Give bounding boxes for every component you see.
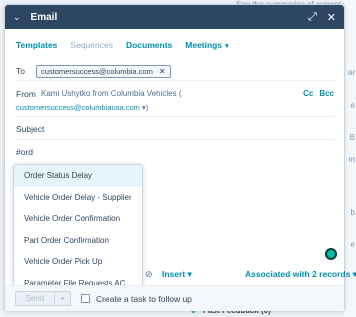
follow-up-task-label: Create a task to follow up — [96, 293, 192, 304]
send-options-button[interactable]: ▾ — [55, 291, 71, 306]
email-modal: ⌄ Email ⤢ ✕ Templates Sequences Document… — [4, 4, 356, 311]
suggestion-item[interactable]: Vehicle Order Delay - Supplier — [14, 187, 142, 209]
background-glimpse: e — [350, 101, 355, 110]
background-glimpse: m — [348, 155, 355, 164]
associations-button[interactable]: Associated with 2 records ▾ — [245, 269, 356, 280]
background-glimpse: B — [349, 133, 355, 142]
remove-recipient-icon[interactable]: ✕ — [159, 67, 166, 76]
modal-footer: Send ▾ Create a task to follow up — [5, 285, 344, 311]
tab-sequences[interactable]: Sequences — [70, 40, 113, 50]
expand-icon[interactable]: ⤢ — [308, 11, 317, 24]
suggestion-item[interactable]: Vehicle Order Confirmation — [14, 208, 142, 230]
collapse-chevron-icon[interactable]: ⌄ — [13, 12, 21, 23]
tab-documents[interactable]: Documents — [126, 40, 172, 50]
email-body-text[interactable]: #ord — [16, 147, 33, 157]
bcc-button[interactable]: Bcc — [319, 89, 334, 99]
checkbox[interactable] — [81, 294, 90, 303]
tab-meetings[interactable]: Meetings ▾ — [185, 40, 228, 50]
recipient-email: customersuccess@columbia.com — [41, 66, 153, 76]
suggestion-item[interactable]: Order Status Delay — [14, 165, 142, 187]
from-address[interactable]: customersuccess@columbiausa.com — [16, 103, 140, 112]
tab-meetings-label: Meetings — [185, 40, 223, 50]
insert-label: Insert — [162, 269, 186, 279]
insert-button[interactable]: Insert ▾ — [162, 269, 192, 280]
assistant-icon[interactable] — [325, 248, 337, 260]
suggestion-item[interactable]: Part Order Confirmation — [14, 230, 142, 252]
editor-toolbar: ⊘ Insert ▾ Associated with 2 records ▾ — [13, 267, 356, 281]
caret-down-icon: ▾ — [187, 269, 192, 279]
background-glimpse: e — [350, 240, 355, 249]
to-row: To customersuccess@columbia.com ✕ — [16, 62, 334, 81]
from-address-suffix: ) — [145, 103, 149, 112]
subject-field[interactable]: Subject — [16, 118, 334, 140]
associations-label: Associated with 2 records — [245, 269, 351, 279]
subject-placeholder: Subject — [16, 123, 45, 134]
caret-down-icon: ▾ — [225, 43, 229, 50]
from-label: From — [16, 89, 36, 99]
follow-up-task-toggle[interactable]: Create a task to follow up — [81, 294, 192, 304]
background-glimpse: ar — [347, 68, 355, 77]
close-icon[interactable]: ✕ — [327, 11, 336, 24]
recipient-chip[interactable]: customersuccess@columbia.com ✕ — [36, 64, 171, 78]
send-button[interactable]: Send — [15, 291, 55, 306]
attachment-icon[interactable]: ⊘ — [145, 269, 153, 280]
cc-button[interactable]: Cc — [303, 89, 313, 99]
from-sender[interactable]: Kami Ushytko from Columbia Vehicles ( — [41, 89, 297, 99]
to-label: To — [16, 66, 25, 76]
background-glimpse: b — [350, 208, 355, 217]
modal-title: Email — [30, 11, 58, 23]
email-tabs: Templates Sequences Documents Meetings ▾ — [16, 40, 242, 50]
tab-templates[interactable]: Templates — [16, 40, 57, 50]
modal-header: ⌄ Email ⤢ ✕ — [5, 5, 344, 29]
from-row: From Kami Ushytko from Columbia Vehicles… — [16, 89, 334, 117]
